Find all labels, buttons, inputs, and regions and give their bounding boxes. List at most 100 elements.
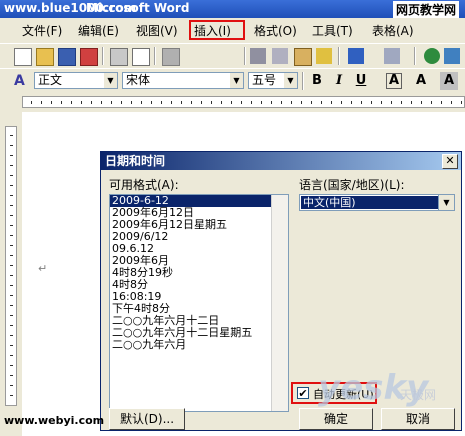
ruler-tick bbox=[441, 101, 442, 104]
ok-button[interactable]: 确定 bbox=[299, 408, 373, 430]
ruler-tick bbox=[10, 335, 13, 336]
menu-file[interactable]: 文件(F) bbox=[22, 22, 62, 39]
ruler-tick bbox=[51, 101, 52, 104]
font-size-combo[interactable]: 五号 ▼ bbox=[248, 72, 298, 89]
tables-icon[interactable] bbox=[444, 48, 460, 64]
dialog-title: 日期和时间 ✕ bbox=[101, 152, 461, 170]
menu-table[interactable]: 表格(A) bbox=[372, 22, 414, 39]
site-watermark: 网页教学网 bbox=[392, 1, 459, 18]
ruler-tick bbox=[10, 235, 13, 236]
undo-icon[interactable] bbox=[348, 48, 364, 64]
print-icon[interactable] bbox=[110, 48, 128, 66]
ruler-tick bbox=[301, 101, 302, 104]
ruler-tick bbox=[121, 101, 122, 104]
ruler-tick bbox=[10, 145, 13, 146]
standard-toolbar bbox=[0, 43, 465, 68]
underline-button[interactable]: U bbox=[352, 72, 370, 90]
ruler-tick bbox=[271, 101, 272, 104]
close-icon[interactable]: ✕ bbox=[442, 154, 458, 169]
ruler-tick bbox=[381, 101, 382, 104]
menu-edit[interactable]: 编辑(E) bbox=[78, 22, 119, 39]
ruler-tick bbox=[351, 101, 352, 104]
ruler-tick bbox=[10, 205, 13, 206]
ruler-strip bbox=[22, 96, 465, 108]
ruler-tick bbox=[361, 101, 362, 104]
paste-icon[interactable] bbox=[294, 48, 312, 66]
save-icon[interactable] bbox=[58, 48, 76, 66]
cancel-button[interactable]: 取消 bbox=[381, 408, 455, 430]
ruler-tick bbox=[141, 101, 142, 104]
ruler-tick bbox=[421, 101, 422, 104]
styles-icon[interactable]: A bbox=[14, 73, 30, 89]
ruler-tick bbox=[111, 101, 112, 104]
ruler-tick bbox=[401, 101, 402, 104]
language-select[interactable]: 中文(中国) ▼ bbox=[299, 194, 455, 211]
ruler-tick bbox=[10, 255, 13, 256]
window-title: Microsoft Word bbox=[86, 1, 190, 15]
print-preview-icon[interactable] bbox=[132, 48, 150, 66]
spelling-icon[interactable] bbox=[162, 48, 180, 66]
italic-button[interactable]: I bbox=[330, 72, 348, 90]
menu-insert[interactable]: 插入(I) bbox=[194, 22, 231, 39]
redo-icon[interactable] bbox=[384, 48, 400, 64]
vertical-ruler-strip bbox=[5, 126, 17, 406]
font-combo[interactable]: 宋体 ▼ bbox=[122, 72, 244, 89]
open-folder-icon[interactable] bbox=[36, 48, 54, 66]
font-value: 宋体 bbox=[126, 73, 151, 87]
ruler-tick bbox=[171, 101, 172, 104]
ruler-tick bbox=[10, 175, 13, 176]
copy-icon[interactable] bbox=[272, 48, 288, 64]
list-scrollbar[interactable] bbox=[271, 195, 288, 411]
list-item[interactable]: 二○○九年六月 bbox=[110, 339, 288, 351]
brand-watermark-cn: 天极网 bbox=[400, 388, 437, 402]
bold-button[interactable]: B bbox=[308, 72, 326, 90]
ruler-tick bbox=[10, 215, 13, 216]
ruler-tick bbox=[391, 101, 392, 104]
ruler-tick bbox=[181, 101, 182, 104]
style-combo[interactable]: 正文 ▼ bbox=[34, 72, 118, 89]
ruler-tick bbox=[451, 101, 452, 104]
ruler-tick bbox=[191, 101, 192, 104]
default-button[interactable]: 默认(D)... bbox=[109, 408, 185, 430]
ruler-tick bbox=[10, 325, 13, 326]
chevron-down-icon[interactable]: ▼ bbox=[104, 73, 117, 88]
permission-icon[interactable] bbox=[80, 48, 98, 66]
ruler-tick bbox=[10, 265, 13, 266]
char-scale-button[interactable]: A bbox=[440, 72, 458, 90]
formats-label: 可用格式(A): bbox=[109, 178, 179, 192]
hyperlink-icon[interactable] bbox=[424, 48, 440, 64]
format-painter-icon[interactable] bbox=[316, 48, 332, 64]
vertical-ruler[interactable] bbox=[0, 112, 22, 436]
char-shading-button[interactable]: A bbox=[412, 72, 430, 90]
char-border-button[interactable]: A bbox=[386, 73, 402, 89]
ruler-tick bbox=[431, 101, 432, 104]
style-value: 正文 bbox=[38, 73, 63, 87]
language-label: 语言(国家/地区)(L): bbox=[299, 178, 405, 192]
ruler-tick bbox=[10, 165, 13, 166]
ruler-tick bbox=[10, 385, 13, 386]
ruler-tick bbox=[10, 285, 13, 286]
ruler-tick bbox=[10, 305, 13, 306]
ruler-tick bbox=[291, 101, 292, 104]
menu-tools[interactable]: 工具(T) bbox=[312, 22, 353, 39]
auto-update-checkbox[interactable]: ✔ bbox=[297, 387, 309, 399]
ruler-tick bbox=[201, 101, 202, 104]
menu-format[interactable]: 格式(O) bbox=[254, 22, 297, 39]
menu-view[interactable]: 视图(V) bbox=[136, 22, 178, 39]
ruler-tick bbox=[461, 101, 462, 104]
ruler-tick bbox=[10, 395, 13, 396]
ruler-tick bbox=[311, 101, 312, 104]
cut-icon[interactable] bbox=[250, 48, 266, 64]
chevron-down-icon[interactable]: ▼ bbox=[284, 73, 297, 88]
chevron-down-icon[interactable]: ▼ bbox=[230, 73, 243, 88]
horizontal-ruler[interactable] bbox=[0, 92, 465, 112]
chevron-down-icon[interactable]: ▼ bbox=[438, 195, 454, 210]
ruler-tick bbox=[131, 101, 132, 104]
formats-list[interactable]: 2009-6-12 2009年6月12日 2009年6月12日星期五 2009/… bbox=[109, 194, 289, 412]
new-document-icon[interactable] bbox=[14, 48, 32, 66]
ruler-tick bbox=[101, 101, 102, 104]
ruler-tick bbox=[221, 101, 222, 104]
ruler-tick bbox=[71, 101, 72, 104]
ruler-tick bbox=[10, 375, 13, 376]
ruler-tick bbox=[341, 101, 342, 104]
